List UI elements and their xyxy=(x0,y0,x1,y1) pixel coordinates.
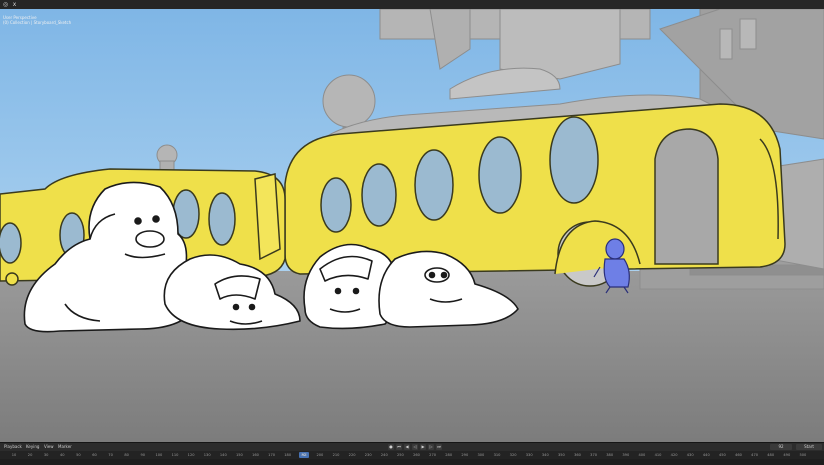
view-menu[interactable]: View xyxy=(44,444,54,450)
play-reverse-icon[interactable]: ◁ xyxy=(412,444,418,450)
3d-viewport[interactable]: User Perspective (0) Collection | Storyb… xyxy=(0,9,824,442)
play-icon[interactable]: ▶ xyxy=(420,444,426,450)
jump-end-icon[interactable]: ⏭ xyxy=(436,444,442,450)
marker-menu[interactable]: Marker xyxy=(58,444,72,450)
ruler-tick: 400 xyxy=(638,453,646,457)
ruler-tick: 210 xyxy=(332,453,340,457)
current-frame-field[interactable]: 92 xyxy=(770,444,792,450)
ruler-tick: 370 xyxy=(590,453,598,457)
ruler-tick: 230 xyxy=(364,453,372,457)
ruler-tick: 440 xyxy=(702,453,710,457)
ruler-tick: 460 xyxy=(735,453,742,457)
ruler-tick: 70 xyxy=(108,453,113,457)
ruler-tick: 160 xyxy=(252,453,259,457)
keying-menu[interactable]: Keying xyxy=(26,444,39,450)
record-icon[interactable]: ● xyxy=(388,444,394,450)
ruler-tick: 420 xyxy=(670,453,678,457)
ruler-tick: 380 xyxy=(606,453,614,457)
next-key-icon[interactable]: ▷ xyxy=(428,444,434,450)
start-frame-field[interactable]: Start xyxy=(796,444,822,450)
ruler-tick: 110 xyxy=(171,453,179,457)
prev-key-icon[interactable]: ◀ xyxy=(404,444,410,450)
ruler-tick: 220 xyxy=(348,453,356,457)
close-icon[interactable]: x xyxy=(11,1,18,8)
header-bar: ◎ x xyxy=(0,0,824,9)
ruler-tick: 200 xyxy=(316,453,324,457)
ruler-tick: 430 xyxy=(686,453,694,457)
ruler-tick: 50 xyxy=(76,453,81,457)
viewport-collection: (0) Collection | Storyboard_Sketch xyxy=(3,20,72,25)
overlay-icon[interactable]: ◎ xyxy=(2,1,9,8)
timeline-editor: Playback Keying View Marker ● ⏮ ◀ ◁ ▶ ▷ … xyxy=(0,442,824,465)
ruler-tick: 260 xyxy=(413,453,420,457)
ruler-tick: 140 xyxy=(219,453,227,457)
ruler-tick: 450 xyxy=(718,453,726,457)
ruler-tick: 470 xyxy=(751,453,759,457)
ruler-tick: 360 xyxy=(574,453,581,457)
ruler-tick: 480 xyxy=(767,453,775,457)
start-label: Start xyxy=(804,444,814,449)
ruler-tick: 120 xyxy=(187,453,195,457)
playback-controls: ● ⏮ ◀ ◁ ▶ ▷ ⏭ xyxy=(388,444,442,450)
ruler-tick: 270 xyxy=(429,453,437,457)
ruler-tick: 320 xyxy=(509,453,517,457)
ruler-tick: 340 xyxy=(541,453,549,457)
ruler-tick: 500 xyxy=(799,453,807,457)
playback-menu[interactable]: Playback xyxy=(4,444,22,450)
frame-ruler[interactable]: 92 10 20 30 40 50 60 70 80 90 100 110 120 130 140 150 1… xyxy=(0,451,824,459)
ruler-tick: 350 xyxy=(557,453,565,457)
ruler-tick: 170 xyxy=(268,453,276,457)
ruler-tick: 150 xyxy=(235,453,243,457)
ruler-tick: 100 xyxy=(155,453,163,457)
ruler-tick: 130 xyxy=(203,453,211,457)
ruler-tick: 330 xyxy=(525,453,533,457)
ruler-tick: 190 xyxy=(300,453,308,457)
ruler-tick: 90 xyxy=(140,453,146,457)
timeline-tracks[interactable] xyxy=(0,459,824,465)
ruler-tick: 20 xyxy=(27,453,33,457)
ruler-tick: 410 xyxy=(654,453,662,457)
ruler-tick: 40 xyxy=(60,453,65,457)
ruler-tick: 250 xyxy=(396,453,404,457)
ruler-tick: 60 xyxy=(92,453,97,457)
ruler-tick: 300 xyxy=(477,453,485,457)
ruler-tick: 310 xyxy=(493,453,501,457)
ruler-tick: 10 xyxy=(11,453,17,457)
ruler-tick: 80 xyxy=(124,453,129,457)
jump-start-icon[interactable]: ⏮ xyxy=(396,444,402,450)
viewport-scene xyxy=(0,9,824,442)
ruler-tick: 30 xyxy=(43,453,49,457)
timeline-header: Playback Keying View Marker ● ⏮ ◀ ◁ ▶ ▷ … xyxy=(0,443,824,451)
ruler-tick: 490 xyxy=(783,453,791,457)
ruler-tick: 280 xyxy=(445,453,453,457)
ruler-tick: 240 xyxy=(380,453,388,457)
ruler-tick: 290 xyxy=(461,453,469,457)
viewport-info: User Perspective (0) Collection | Storyb… xyxy=(3,15,71,25)
ruler-tick: 180 xyxy=(284,453,292,457)
ruler-tick: 390 xyxy=(622,453,630,457)
